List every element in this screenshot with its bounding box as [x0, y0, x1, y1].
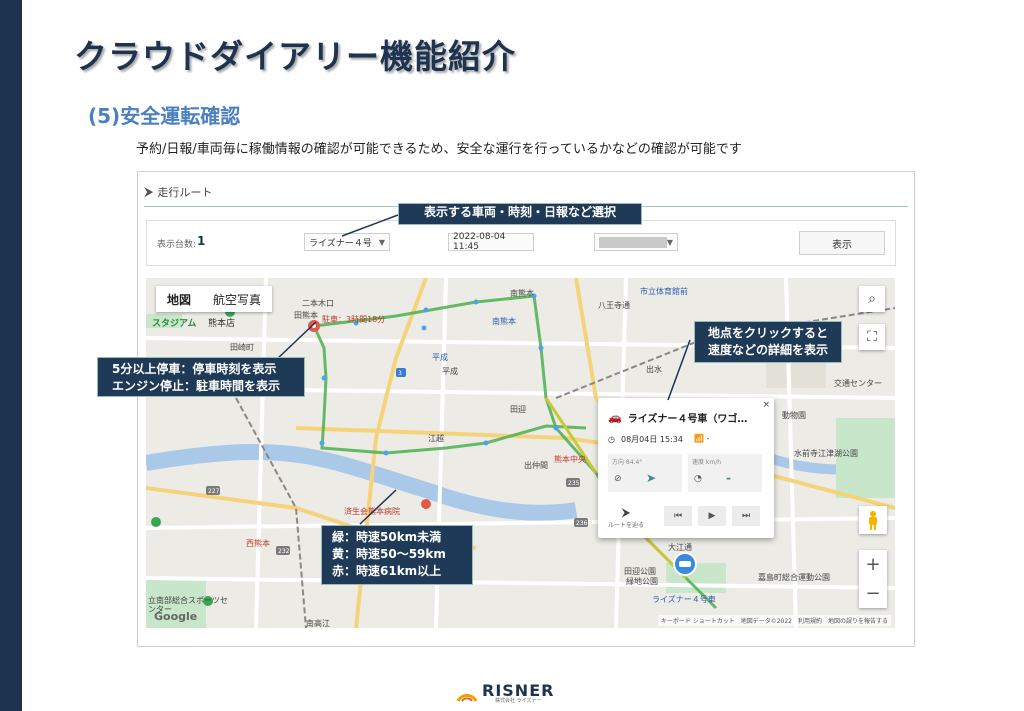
- callout-leaders: [275, 214, 691, 525]
- callout-stop-info: 5分以上停車：停車時刻を表示 エンジン停止：駐車時間を表示: [97, 357, 305, 397]
- callout-click-line1: 地点をクリックすると: [707, 326, 828, 340]
- callout-click-detail: 地点をクリックすると 速度などの詳細を表示: [694, 321, 842, 363]
- legend-green: 緑：時速50km未満: [332, 530, 442, 544]
- callout-stop-line2: エンジン停止：駐車時間を表示: [112, 379, 281, 393]
- callout-stop-line1: 5分以上停車：停車時刻を表示: [112, 362, 277, 376]
- legend-yellow: 黄：時速50～59km: [332, 547, 446, 561]
- legend-red: 赤：時速61km以上: [332, 564, 442, 578]
- callout-select: 表示する車両・時刻・日報など選択: [398, 203, 642, 225]
- footer-logo: RISNER 株式会社 ライズナー: [456, 683, 554, 704]
- callout-speed-legend: 緑：時速50km未満 黄：時速50～59km 赤：時速61km以上: [321, 525, 473, 585]
- risner-logo-icon: [456, 693, 478, 702]
- footer-brand: RISNER: [482, 681, 555, 700]
- footer-company: 株式会社 ライズナー: [494, 698, 542, 704]
- callout-click-line2: 速度などの詳細を表示: [707, 343, 828, 357]
